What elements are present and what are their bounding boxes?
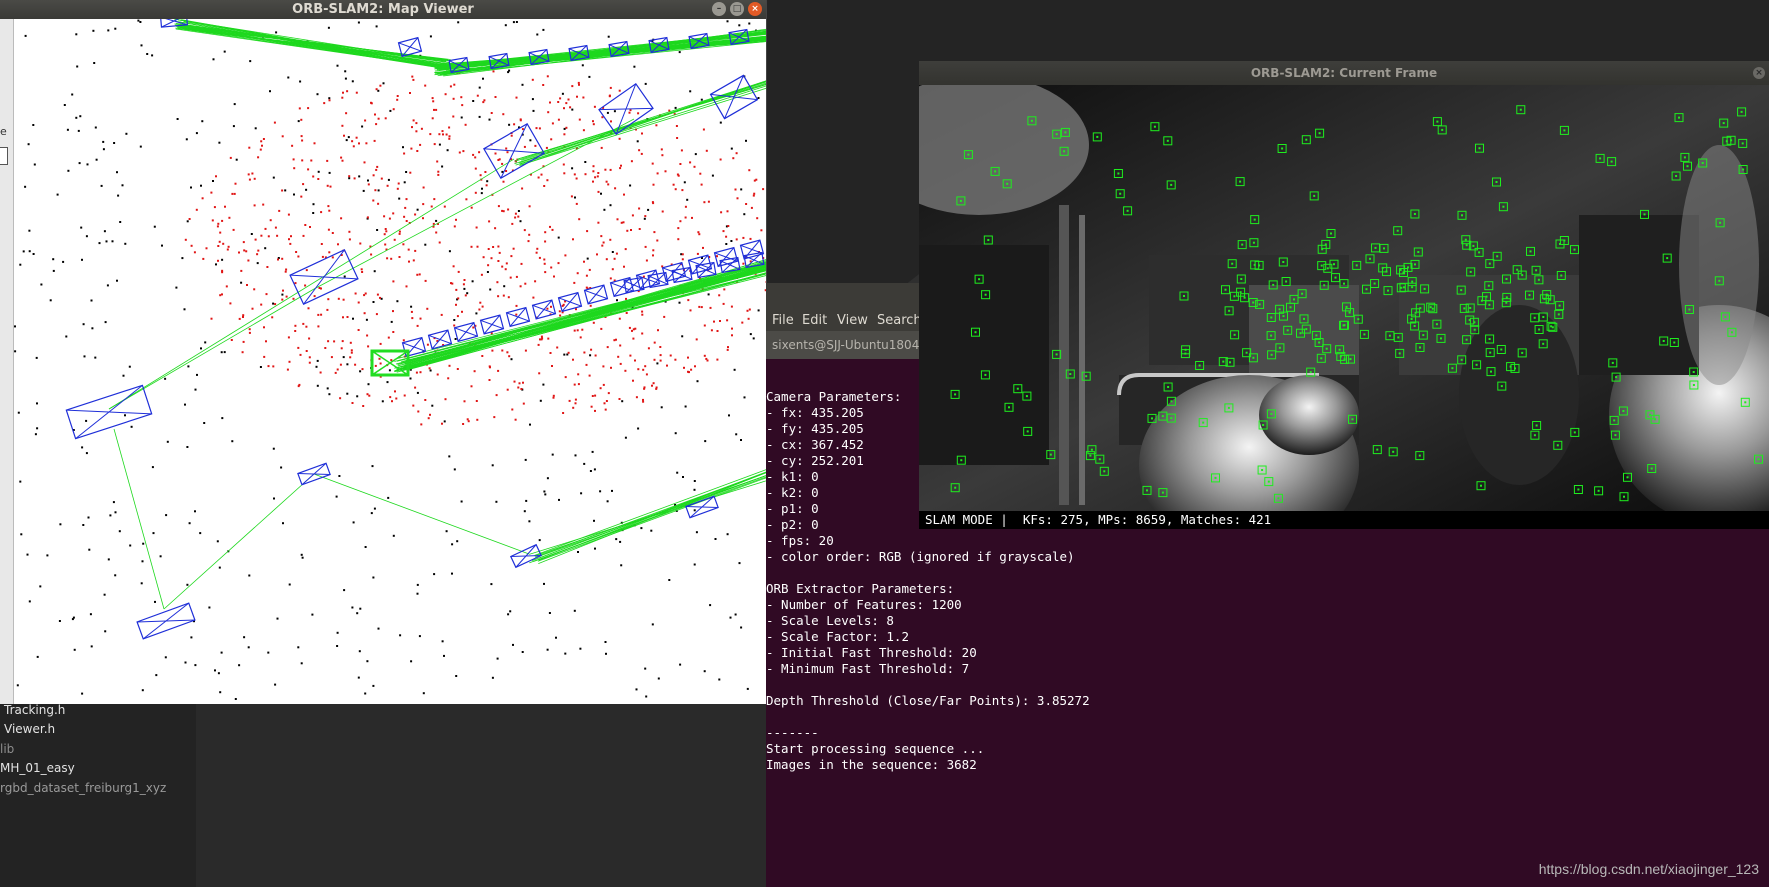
map-viewer-title: ORB-SLAM2: Map Viewer	[292, 2, 474, 17]
menu-edit[interactable]: Edit	[802, 313, 827, 328]
current-frame-window[interactable]: ORB-SLAM2: Current Frame × SLAM MODE | K…	[919, 61, 1769, 529]
menu-search[interactable]: Search	[877, 313, 922, 328]
slam-stats: KFs: 275, MPs: 8659, Matches: 421	[1022, 512, 1272, 527]
terminal-tab[interactable]: sixents@SJJ-Ubuntu1804	[766, 331, 926, 359]
editor-file-list: Tracking.h Viewer.h lib MH_01_easy rgbd_…	[0, 703, 196, 887]
terminal-line: Start processing sequence ...	[766, 741, 985, 756]
terminal-line: - color order: RGB (ignored if grayscale…	[766, 549, 1075, 564]
close-button[interactable]: ×	[1753, 67, 1765, 79]
folder-item-freiburg[interactable]: rgbd_dataset_freiburg1_xyz	[0, 781, 166, 795]
minimize-button[interactable]: –	[712, 2, 726, 16]
terminal-menubar: File Edit View Search	[766, 283, 926, 331]
current-frame-title: ORB-SLAM2: Current Frame	[1250, 66, 1438, 80]
map-canvas[interactable]	[14, 19, 766, 704]
maximize-button[interactable]: □	[730, 2, 744, 16]
terminal-line: - Initial Fast Threshold: 20	[766, 645, 977, 660]
slam-status-bar: SLAM MODE | KFs: 275, MPs: 8659, Matches…	[919, 511, 1769, 529]
menu-file[interactable]: File	[772, 313, 794, 328]
current-frame-titlebar[interactable]: ORB-SLAM2: Current Frame ×	[919, 61, 1769, 85]
folder-item-lib[interactable]: lib	[0, 742, 14, 756]
terminal-line: ORB Extractor Parameters:	[766, 581, 962, 596]
terminal-line: - Scale Levels: 8	[766, 613, 894, 628]
watermark-url: https://blog.csdn.net/xiaojinger_123	[1538, 861, 1759, 877]
map-viewer-titlebar[interactable]: ORB-SLAM2: Map Viewer – □ ×	[0, 0, 766, 19]
terminal-line: - Number of Features: 1200	[766, 597, 962, 612]
covisibility-graph	[108, 19, 766, 610]
file-item-viewer[interactable]: Viewer.h	[4, 722, 55, 736]
terminal-line: - Scale Factor: 1.2	[766, 629, 909, 644]
editor-pane	[196, 704, 766, 887]
panel-checkbox[interactable]	[0, 147, 8, 165]
map-viewer-window[interactable]: ORB-SLAM2: Map Viewer – □ × e	[0, 0, 767, 704]
menu-view[interactable]: View	[837, 313, 868, 328]
map-options-panel: e	[0, 19, 14, 704]
window-controls: – □ ×	[712, 2, 762, 16]
close-button[interactable]: ×	[748, 2, 762, 16]
keyframes	[65, 19, 765, 640]
slam-mode-label: SLAM MODE |	[925, 512, 1008, 527]
folder-item-mh01[interactable]: MH_01_easy	[0, 761, 75, 775]
file-item-tracking[interactable]: Tracking.h	[4, 703, 65, 717]
terminal-line: - fps: 20	[766, 533, 834, 548]
terminal-line: -------	[766, 725, 819, 740]
terminal-line: Images in the sequence: 3682	[766, 757, 977, 772]
terminal-line: Depth Threshold (Close/Far Points): 3.85…	[766, 693, 1090, 708]
panel-option-label: e	[0, 125, 7, 138]
terminal-line: - Minimum Fast Threshold: 7	[766, 661, 970, 676]
camera-frame-image	[919, 85, 1769, 511]
